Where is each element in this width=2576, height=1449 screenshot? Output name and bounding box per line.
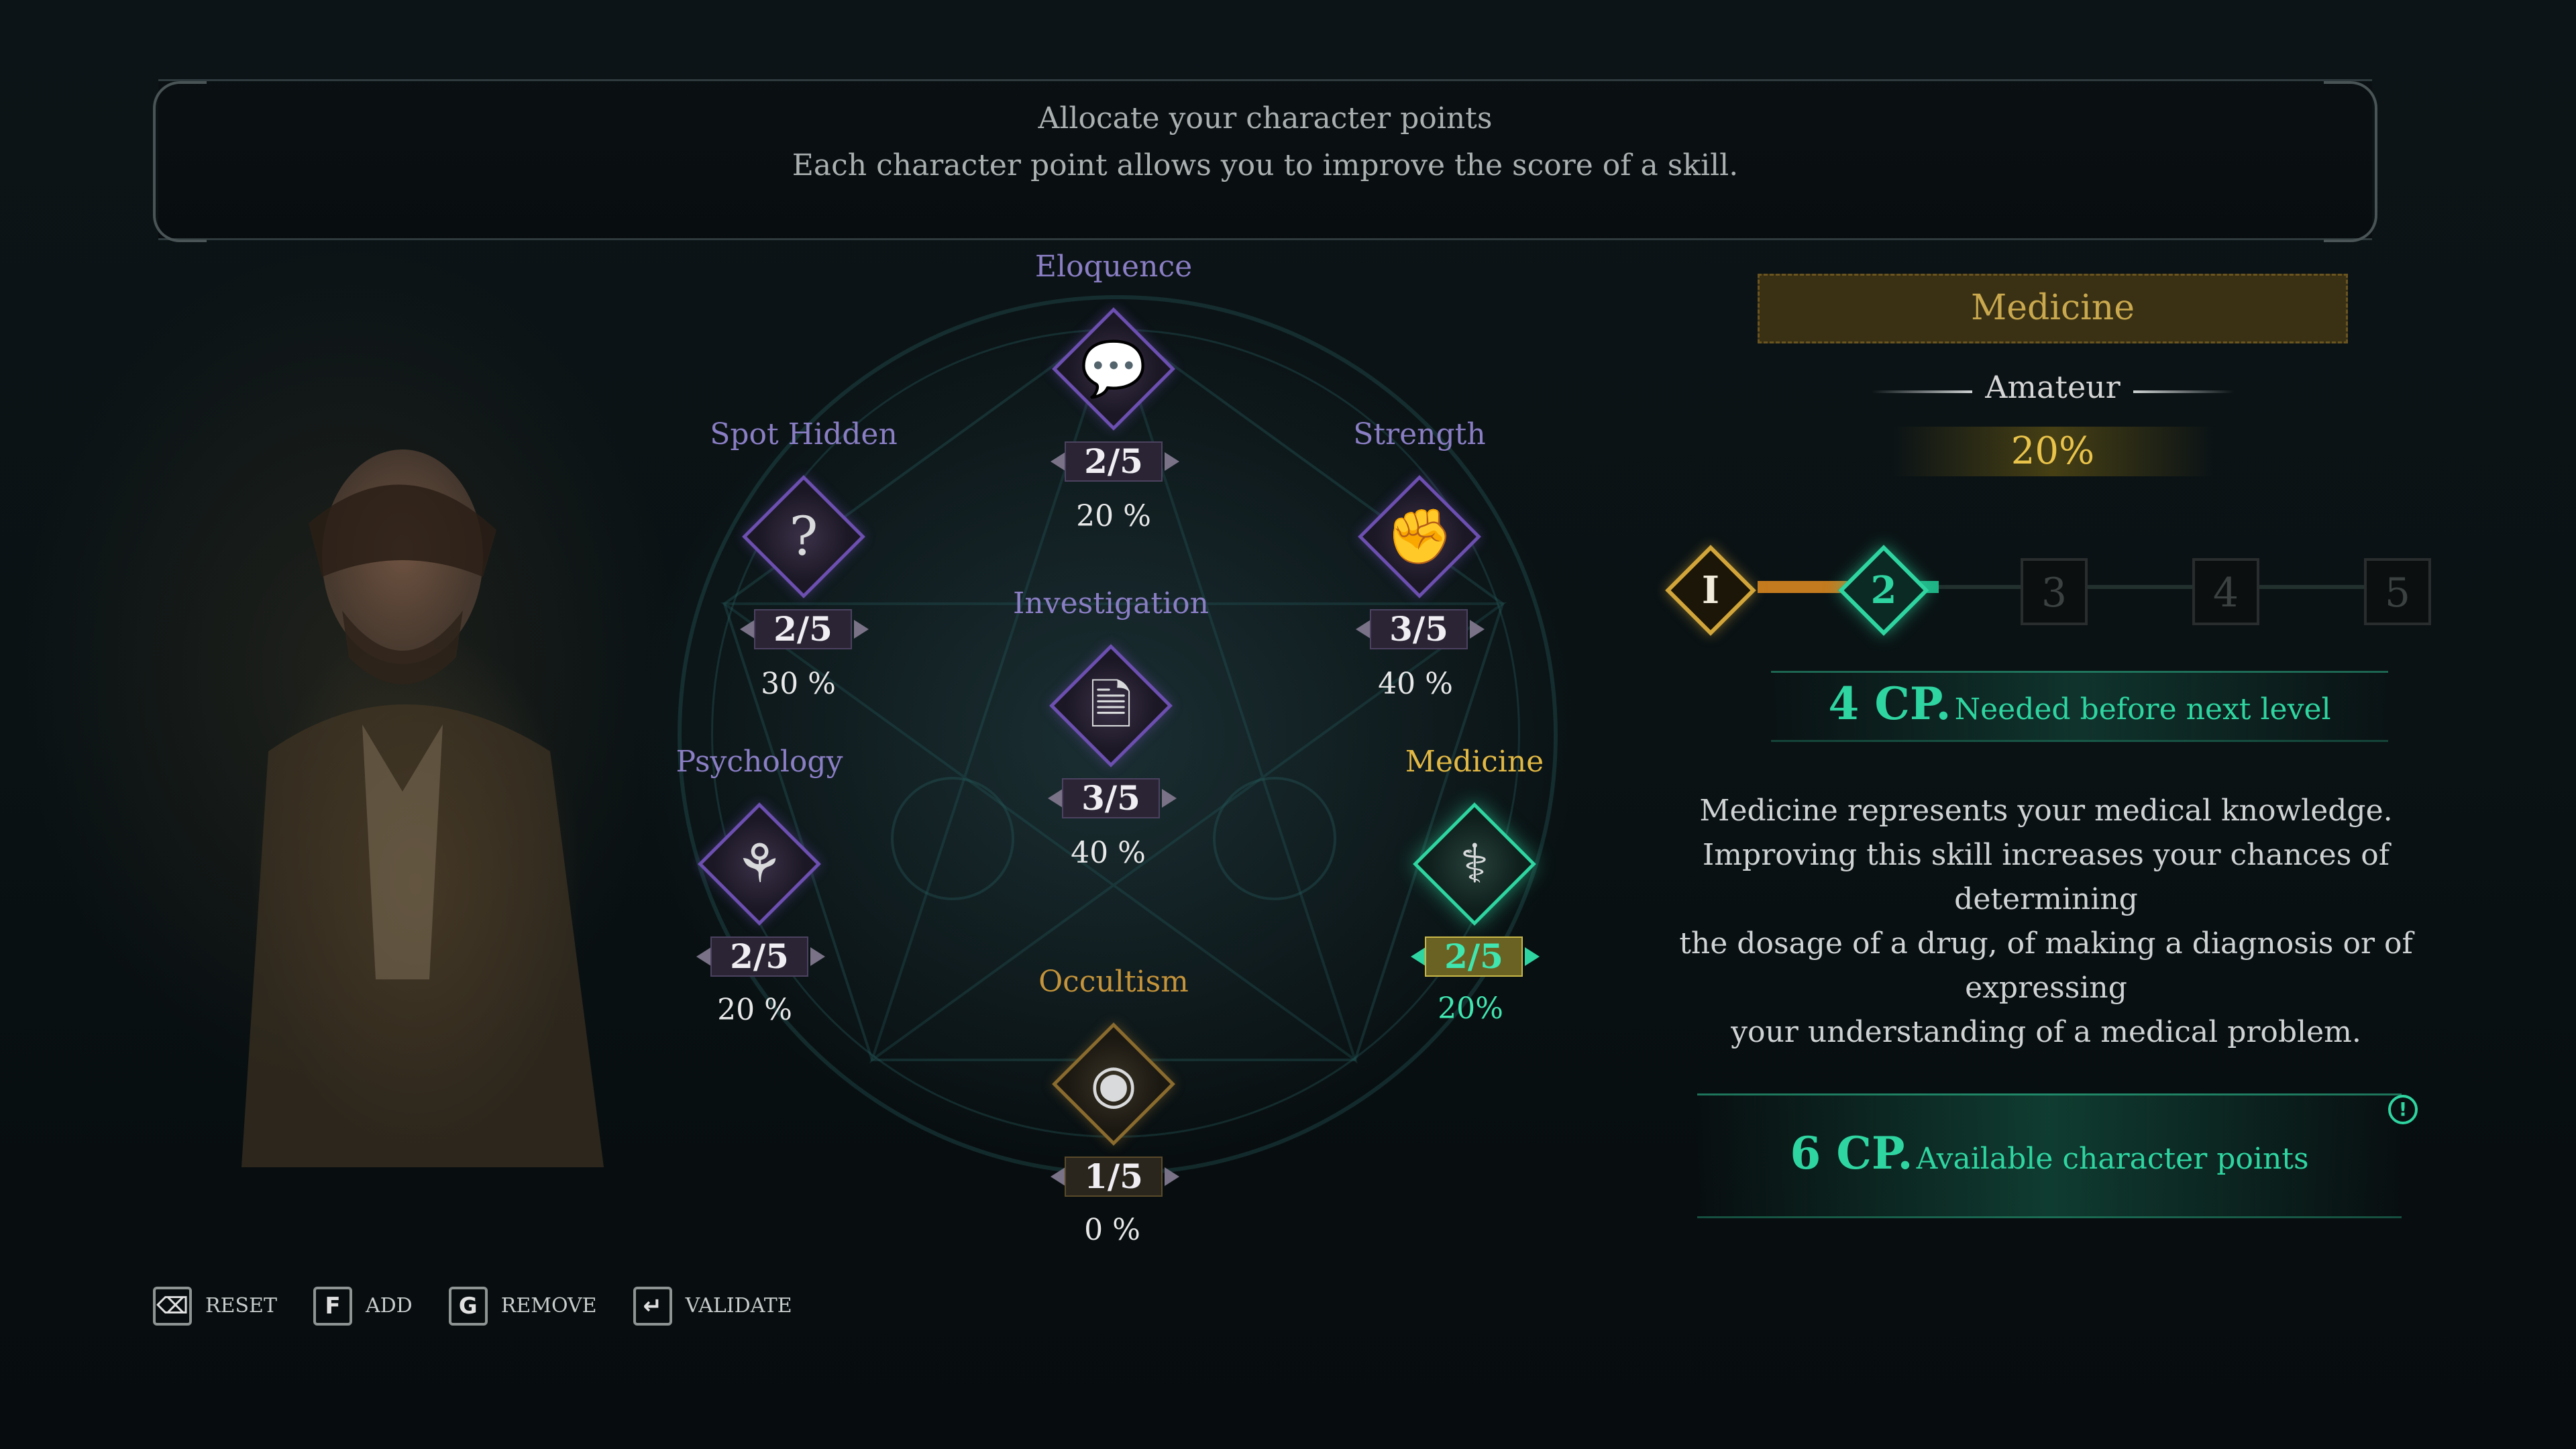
increase-arrow-icon[interactable]: [1162, 789, 1177, 808]
control-validate[interactable]: ↵ VALIDATE: [633, 1287, 792, 1326]
decrease-arrow-icon[interactable]: [1048, 789, 1063, 808]
skill-chance-eloquence: 20 %: [1076, 499, 1151, 533]
skill-score-eloquence: 2/5: [1065, 441, 1163, 482]
skill-chance-psychology: 20 %: [717, 993, 792, 1027]
skill-score-investigation: 3/5: [1062, 778, 1160, 818]
skill-node-spot-hidden[interactable]: ?: [737, 470, 871, 604]
control-reset[interactable]: ⌫ RESET: [153, 1287, 277, 1326]
increase-arrow-icon[interactable]: [810, 947, 825, 966]
enter-icon: ↵: [633, 1287, 672, 1326]
level-number: I: [1701, 568, 1720, 612]
key-f-icon: F: [313, 1287, 352, 1326]
controls-bar: ⌫ RESET F ADD G REMOVE ↵ VALIDATE: [153, 1287, 792, 1326]
info-icon[interactable]: !: [2388, 1095, 2418, 1124]
cp-needed-label: Needed before next level: [1954, 692, 2331, 727]
description-line: the dosage of a drug, of making a diagno…: [1679, 926, 2413, 1005]
decrease-arrow-icon[interactable]: [1411, 947, 1426, 966]
brain-icon: ⚘: [735, 833, 784, 895]
skill-score-occultism: 1/5: [1065, 1157, 1163, 1197]
skill-chance-spot-hidden: 30 %: [761, 667, 836, 701]
level-node-2: 2: [1837, 543, 1931, 637]
fist-icon: ✊: [1386, 505, 1453, 568]
skill-label-psychology: Psychology: [676, 745, 843, 779]
documents-icon: 🗎: [1089, 674, 1133, 737]
description-line: your understanding of a medical problem.: [1731, 1015, 2361, 1049]
speech-bubbles-icon: 💬: [1080, 337, 1147, 400]
character-portrait: [201, 376, 684, 1167]
level-node-5: 5: [2364, 558, 2431, 625]
control-remove[interactable]: G REMOVE: [448, 1287, 597, 1326]
increase-arrow-icon[interactable]: [1525, 947, 1540, 966]
eye-sigil-icon: ◉: [1090, 1053, 1137, 1115]
backspace-icon: ⌫: [153, 1287, 192, 1326]
question-mark-icon: ?: [789, 505, 818, 568]
skill-chance-investigation: 40 %: [1071, 836, 1146, 870]
skill-node-investigation[interactable]: 🗎: [1044, 639, 1178, 773]
skill-chance-medicine: 20%: [1438, 991, 1503, 1026]
skill-rank: Amateur: [1985, 369, 2121, 405]
decrease-arrow-icon[interactable]: [696, 947, 711, 966]
cp-needed: 4 CP. Needed before next level: [1771, 678, 2388, 730]
control-label: ADD: [365, 1294, 413, 1318]
skill-score-psychology: 2/5: [710, 936, 808, 977]
skill-label-eloquence: Eloquence: [1034, 250, 1193, 284]
instruction-banner: Allocate your character points Each char…: [153, 79, 2377, 242]
skill-detail-title: Medicine: [1758, 274, 2348, 343]
skill-label-spot-hidden: Spot Hidden: [710, 417, 898, 451]
level-node-4: 4: [2192, 558, 2259, 625]
decrease-arrow-icon[interactable]: [1051, 1167, 1065, 1186]
skill-label-investigation: Investigation: [1013, 586, 1209, 621]
level-number: 2: [1870, 568, 1897, 612]
skill-node-strength[interactable]: ✊: [1352, 470, 1487, 604]
increase-arrow-icon[interactable]: [1165, 1167, 1179, 1186]
cp-available-value: 6 CP.: [1790, 1127, 1913, 1179]
skill-node-psychology[interactable]: ⚘: [692, 797, 826, 931]
control-label: VALIDATE: [685, 1294, 792, 1318]
skill-rank-percent: 20%: [2010, 429, 2095, 473]
skill-score-spot-hidden: 2/5: [754, 609, 852, 649]
banner-subtitle: Each character point allows you to impro…: [792, 148, 1739, 182]
description-line: Improving this skill increases your chan…: [1702, 838, 2390, 916]
decrease-arrow-icon[interactable]: [1356, 620, 1371, 639]
decrease-arrow-icon[interactable]: [1051, 452, 1065, 471]
skill-label-occultism: Occultism: [1038, 965, 1189, 999]
skill-node-occultism[interactable]: ◉: [1046, 1017, 1181, 1151]
skill-label-strength: Strength: [1353, 417, 1486, 451]
cp-available-label: Available character points: [1916, 1142, 2309, 1176]
skill-description: Medicine represents your medical knowled…: [1637, 789, 2455, 1055]
level-node-3: 3: [2021, 558, 2088, 625]
description-line: Medicine represents your medical knowled…: [1699, 794, 2393, 828]
increase-arrow-icon[interactable]: [1165, 452, 1179, 471]
skill-score-medicine: 2/5: [1425, 936, 1523, 977]
increase-arrow-icon[interactable]: [1470, 620, 1485, 639]
skill-score-strength: 3/5: [1370, 609, 1468, 649]
skill-node-medicine[interactable]: ⚕: [1407, 797, 1542, 931]
skill-chance-occultism: 0 %: [1084, 1213, 1140, 1247]
skill-chance-strength: 40 %: [1378, 667, 1453, 701]
control-label: REMOVE: [500, 1294, 597, 1318]
control-label: RESET: [205, 1294, 277, 1318]
cp-needed-value: 4 CP.: [1828, 678, 1951, 730]
decrease-arrow-icon[interactable]: [740, 620, 755, 639]
banner-title: Allocate your character points: [1038, 101, 1493, 136]
skill-label-medicine: Medicine: [1405, 745, 1544, 779]
skill-node-eloquence[interactable]: 💬: [1046, 302, 1181, 436]
cp-available: 6 CP. Available character points: [1697, 1127, 2402, 1179]
control-add[interactable]: F ADD: [313, 1287, 413, 1326]
key-g-icon: G: [448, 1287, 488, 1326]
increase-arrow-icon[interactable]: [854, 620, 869, 639]
caduceus-icon: ⚕: [1460, 833, 1489, 895]
level-node-1: I: [1664, 543, 1758, 637]
